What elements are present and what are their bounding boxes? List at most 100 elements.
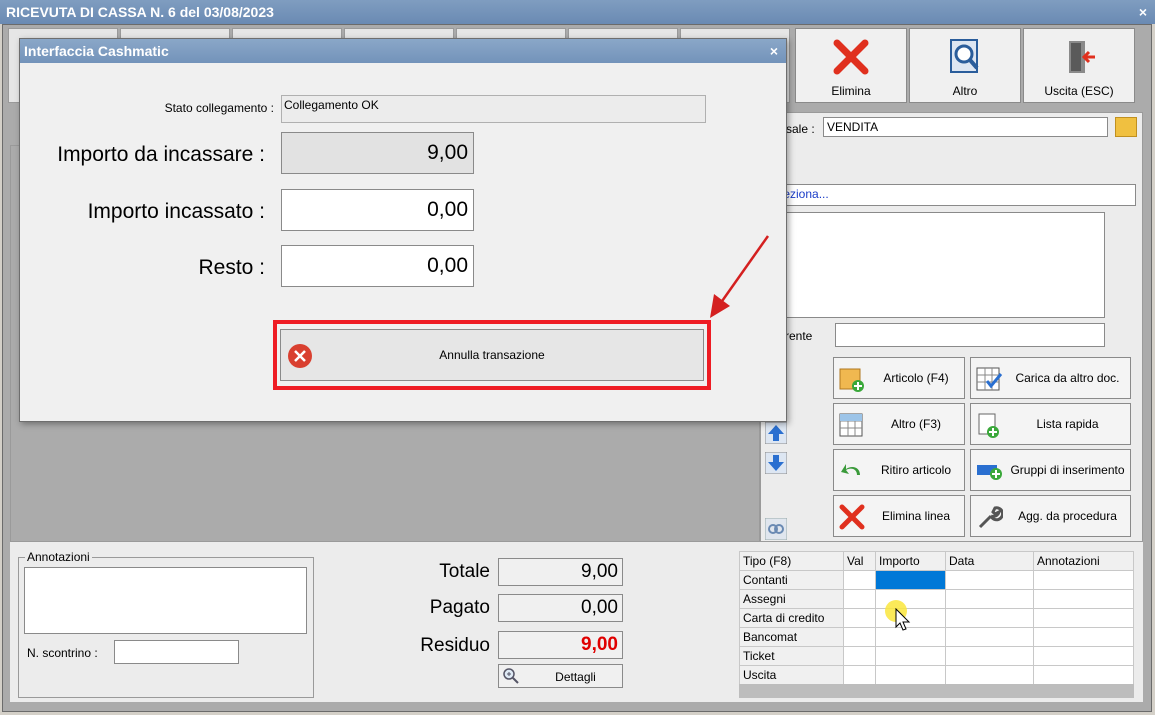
importo-cell[interactable] — [875, 665, 946, 685]
altro-button[interactable]: Altro — [909, 28, 1021, 103]
riferente-field[interactable] — [835, 323, 1105, 347]
table-scrollbar[interactable] — [739, 684, 1134, 698]
arrow-down-icon[interactable] — [765, 452, 787, 474]
val-cell[interactable] — [843, 570, 876, 590]
scontrino-label: N. scontrino : — [27, 646, 98, 660]
seleziona-field[interactable]: eleziona... — [770, 184, 1136, 206]
data-cell[interactable] — [945, 646, 1034, 666]
pagato-label: Pagato — [429, 597, 490, 618]
annotazioni-cell[interactable] — [1033, 589, 1134, 609]
wrench-icon — [978, 506, 1003, 529]
payment-type: Uscita — [739, 665, 844, 685]
col-importo[interactable]: Importo — [875, 551, 946, 571]
highlight-frame — [273, 320, 711, 390]
data-cell[interactable] — [945, 608, 1034, 628]
annotazioni-cell[interactable] — [1033, 627, 1134, 647]
lista-rapida-label: Lista rapida — [1036, 417, 1099, 431]
table-row[interactable]: Bancomat — [739, 627, 1134, 647]
dialog-title: Interfaccia Cashmatic — [24, 43, 169, 59]
link-icon[interactable] — [765, 518, 787, 540]
data-cell[interactable] — [945, 589, 1034, 609]
annotazioni-textarea[interactable] — [24, 567, 307, 634]
col-tipo[interactable]: Tipo (F8) — [739, 551, 844, 571]
altro-label: Altro — [952, 84, 978, 98]
zoom-in-icon — [503, 668, 519, 684]
altro-f3-label: Altro (F3) — [890, 417, 941, 431]
window-titlebar: RICEVUTA DI CASSA N. 6 del 03/08/2023 × — [0, 0, 1155, 24]
payment-type: Bancomat — [739, 627, 844, 647]
val-cell[interactable] — [843, 627, 876, 647]
folder-icon[interactable] — [1115, 117, 1137, 137]
val-cell[interactable] — [843, 589, 876, 609]
val-cell[interactable] — [843, 665, 876, 685]
da-incassare-label: Importo da incassare : — [57, 143, 265, 166]
mouse-pointer-icon — [895, 608, 911, 631]
val-cell[interactable] — [843, 646, 876, 666]
uscita-label: Uscita (ESC) — [1044, 84, 1114, 98]
stato-field: Collegamento OK — [281, 95, 706, 123]
gruppi-button[interactable]: Gruppi di inserimento — [970, 449, 1131, 491]
uscita-button[interactable]: Uscita (ESC) — [1023, 28, 1135, 103]
totale-value: 9,00 — [498, 558, 623, 586]
da-incassare-value: 9,00 — [281, 132, 474, 174]
payments-table: Tipo (F8) Val Importo Data Annotazioni C… — [739, 551, 1134, 685]
elimina-button[interactable]: Elimina — [795, 28, 907, 103]
data-cell[interactable] — [945, 627, 1034, 647]
box-add-icon — [839, 368, 864, 392]
annotazioni-cell[interactable] — [1033, 665, 1134, 685]
payments-header-row: Tipo (F8) Val Importo Data Annotazioni — [739, 551, 1134, 571]
delete-x-icon — [833, 39, 869, 75]
annotazioni-cell[interactable] — [1033, 646, 1134, 666]
gruppi-label: Gruppi di inserimento — [1010, 463, 1125, 477]
table-row[interactable]: Contanti — [739, 570, 1134, 590]
importo-cell-selected[interactable] — [875, 570, 946, 590]
scontrino-field[interactable] — [114, 640, 239, 664]
altro-f3-button[interactable]: Altro (F3) — [833, 403, 965, 445]
dialog-close-icon[interactable]: × — [770, 39, 778, 63]
incassato-value: 0,00 — [281, 189, 474, 231]
col-annotazioni[interactable]: Annotazioni — [1033, 551, 1134, 571]
carica-label: Carica da altro doc. — [1015, 371, 1120, 385]
data-cell[interactable] — [945, 570, 1034, 590]
arrow-up-icon[interactable] — [765, 422, 787, 444]
causale-field[interactable]: VENDITA — [823, 117, 1108, 137]
window-close-icon[interactable]: × — [1139, 0, 1147, 24]
dialog-titlebar: Interfaccia Cashmatic × — [20, 39, 786, 63]
search-document-icon — [950, 39, 979, 73]
payment-type: Assegni — [739, 589, 844, 609]
pagato-value: 0,00 — [498, 594, 623, 622]
table-row[interactable]: Ticket — [739, 646, 1134, 666]
grid-icon — [839, 413, 863, 437]
notes-box[interactable] — [772, 212, 1105, 318]
lista-rapida-button[interactable]: Lista rapida — [970, 403, 1131, 445]
annotazioni-label: Annotazioni — [27, 550, 90, 564]
incassato-label: Importo incassato : — [87, 200, 265, 223]
elimina-label: Elimina — [831, 84, 871, 98]
table-row[interactable]: Uscita — [739, 665, 1134, 685]
articolo-button[interactable]: Articolo (F4) — [833, 357, 965, 399]
articolo-label: Articolo (F4) — [883, 371, 949, 385]
residuo-label: Residuo — [420, 635, 490, 656]
agg-procedura-label: Agg. da procedura — [1018, 509, 1117, 523]
ritiro-button[interactable]: Ritiro articolo — [833, 449, 965, 491]
table-check-icon — [976, 367, 1003, 391]
dettagli-label: Dettagli — [555, 670, 596, 684]
carica-button[interactable]: Carica da altro doc. — [970, 357, 1131, 399]
table-row[interactable]: Assegni — [739, 589, 1134, 609]
payment-type: Ticket — [739, 646, 844, 666]
annotazioni-cell[interactable] — [1033, 608, 1134, 628]
importo-cell[interactable] — [875, 646, 946, 666]
table-row[interactable]: Carta di credito — [739, 608, 1134, 628]
agg-procedura-button[interactable]: Agg. da procedura — [970, 495, 1131, 537]
dettagli-button[interactable]: Dettagli — [498, 664, 623, 688]
elimina-linea-label: Elimina linea — [881, 509, 951, 523]
col-val[interactable]: Val — [843, 551, 876, 571]
val-cell[interactable] — [843, 608, 876, 628]
residuo-value: 9,00 — [498, 631, 623, 659]
col-data[interactable]: Data — [945, 551, 1034, 571]
data-cell[interactable] — [945, 665, 1034, 685]
elimina-linea-button[interactable]: Elimina linea — [833, 495, 965, 537]
annotazioni-cell[interactable] — [1033, 570, 1134, 590]
ritiro-label: Ritiro articolo — [880, 463, 952, 477]
resto-value: 0,00 — [281, 245, 474, 287]
